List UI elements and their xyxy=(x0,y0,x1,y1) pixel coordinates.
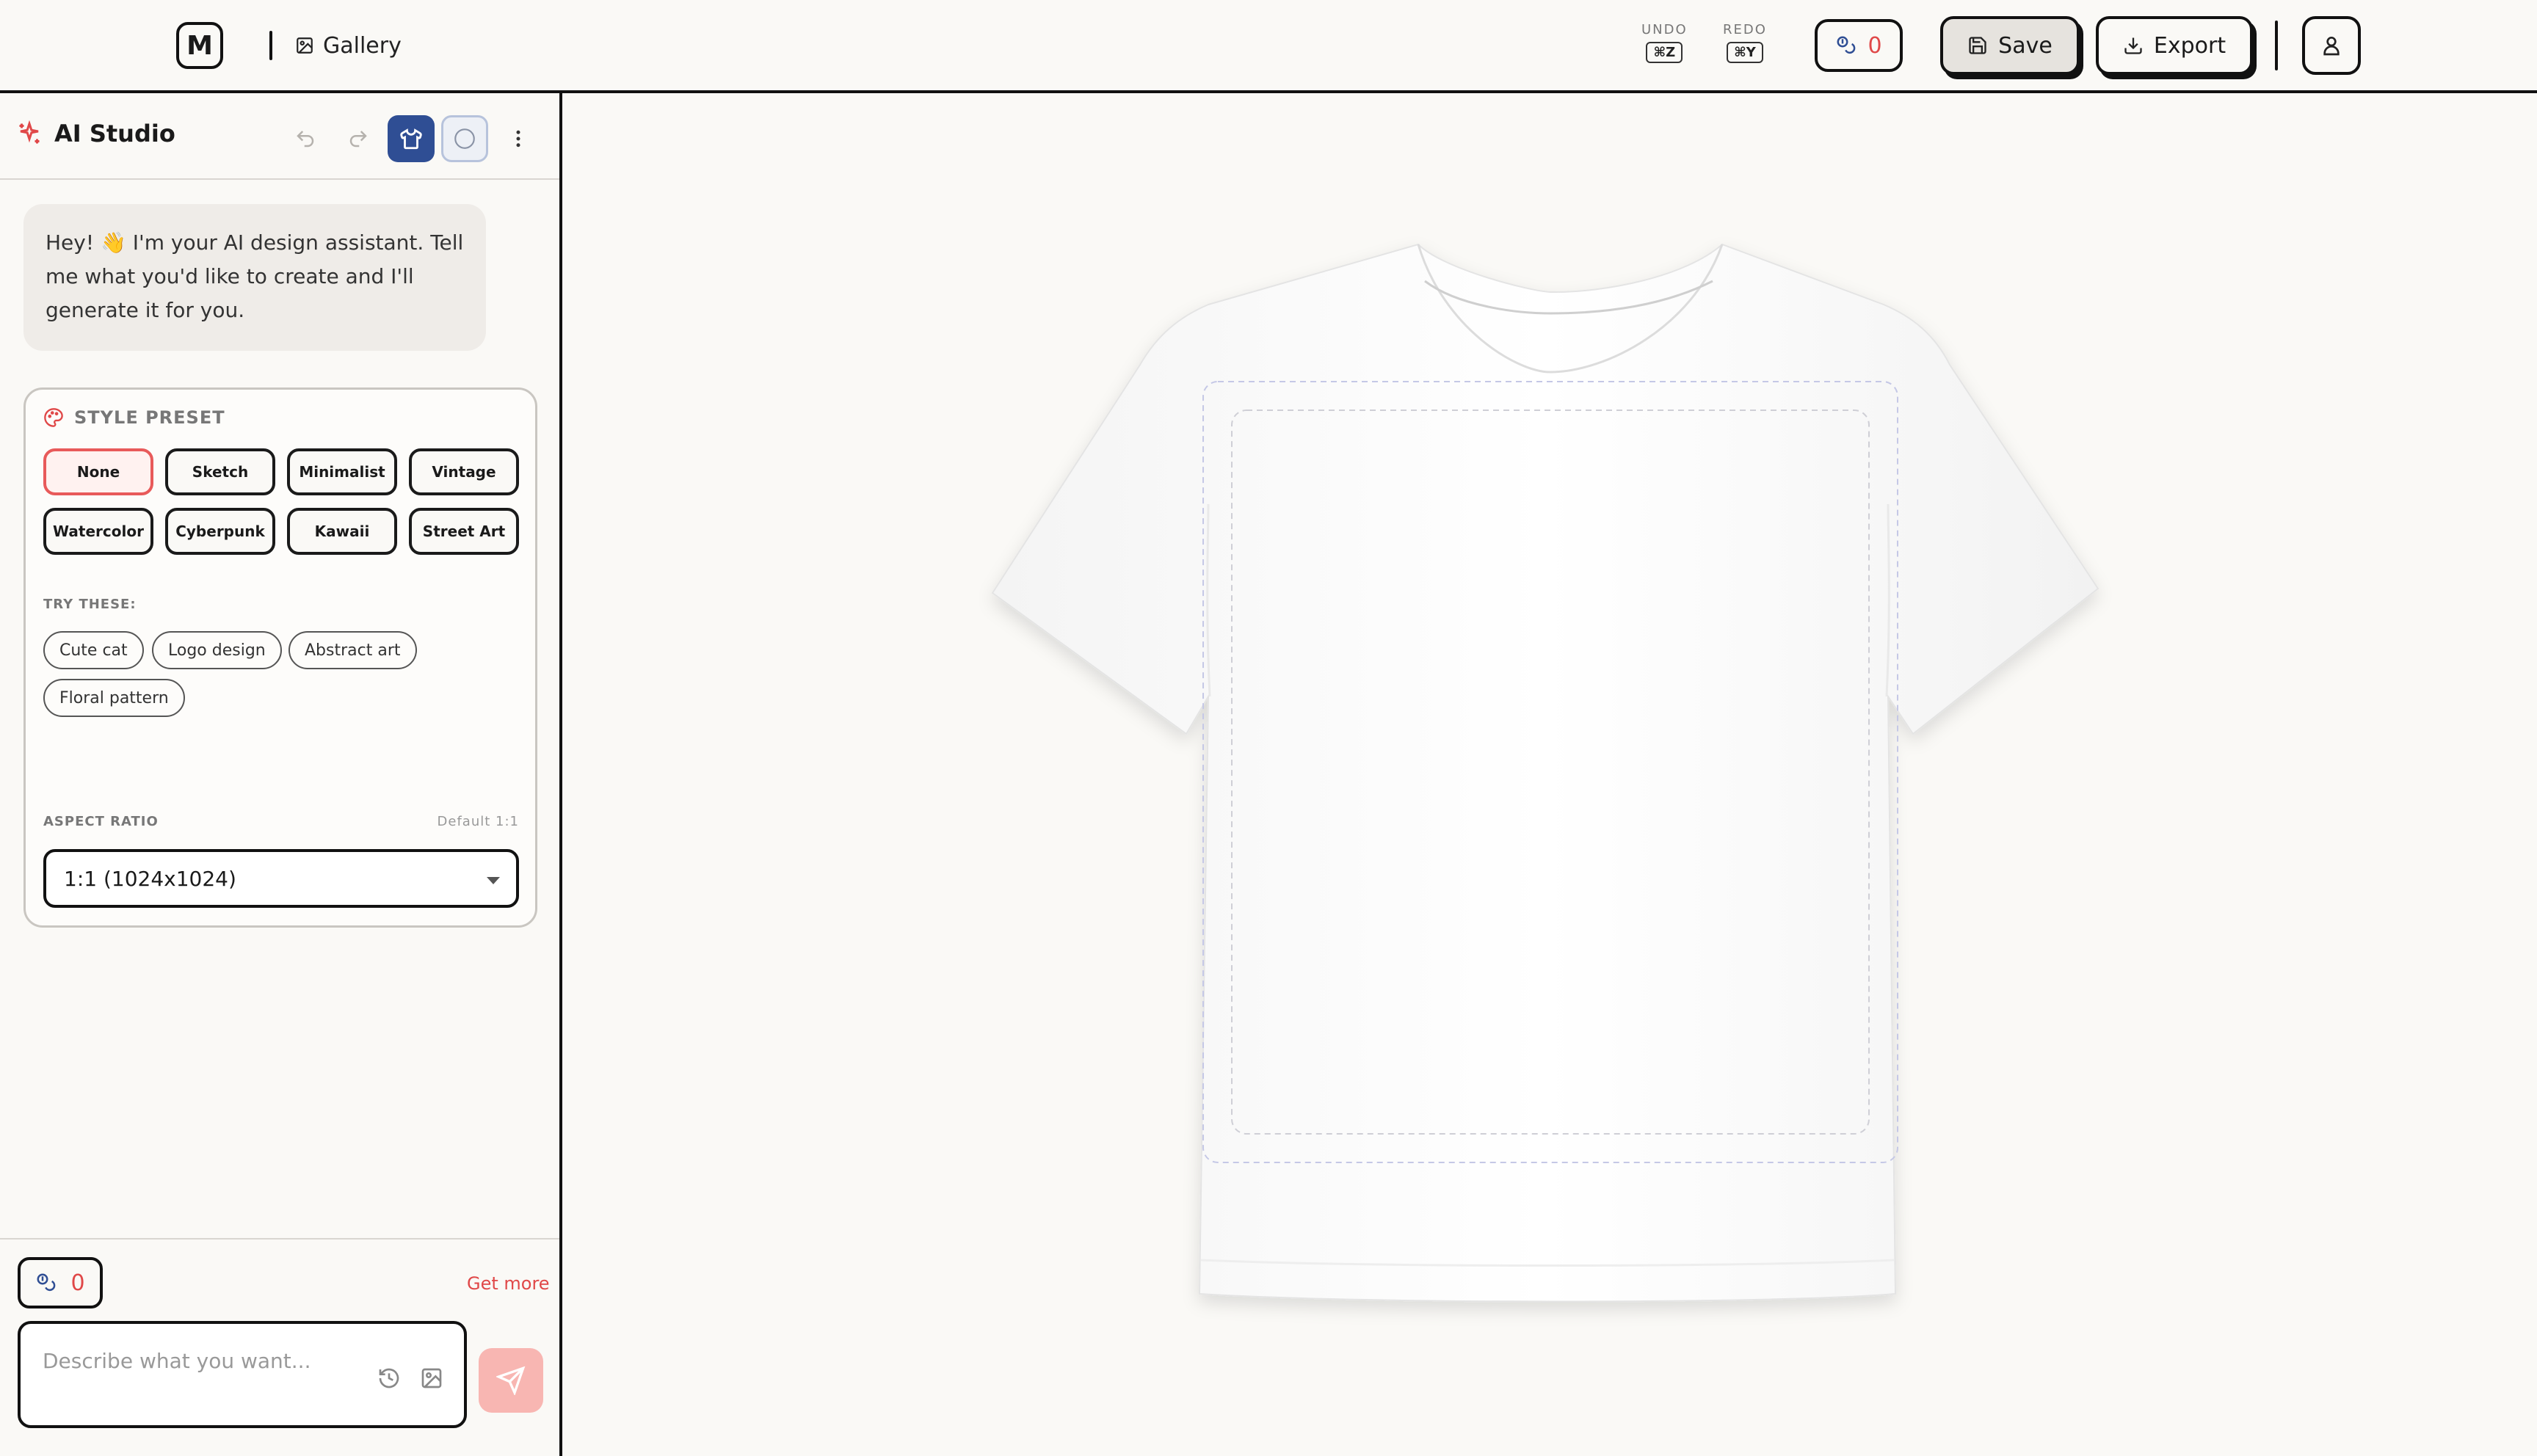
sidebar-credits-count: 0 xyxy=(70,1270,85,1296)
user-account-button[interactable] xyxy=(2302,16,2361,75)
assistant-message: Hey! 👋 I'm your AI design assistant. Tel… xyxy=(23,204,486,351)
export-label: Export xyxy=(2153,32,2226,59)
undo-shortcut[interactable]: UNDO ⌘Z xyxy=(1641,22,1688,63)
sidebar-header: AI Studio xyxy=(0,93,559,180)
redo-label: REDO xyxy=(1723,22,1767,37)
sidebar-credits-badge[interactable]: 0 xyxy=(18,1257,103,1308)
palette-icon xyxy=(44,408,63,427)
save-label: Save xyxy=(1998,32,2053,59)
download-icon xyxy=(2124,37,2142,54)
redo-key: ⌘Y xyxy=(1727,42,1763,63)
studio-title-text: AI Studio xyxy=(54,120,175,148)
gallery-link[interactable]: Gallery xyxy=(295,29,402,62)
preset-kawaii[interactable]: Kawaii xyxy=(287,508,397,555)
top-bar: M Gallery UNDO ⌘Z REDO ⌘Y 0 Save Export xyxy=(0,0,2537,93)
app-logo[interactable]: M xyxy=(176,22,223,69)
tshirt-mode-button[interactable] xyxy=(388,115,435,162)
undo-icon xyxy=(297,131,314,148)
suggestion-chip[interactable]: Floral pattern xyxy=(43,679,185,717)
preset-none[interactable]: None xyxy=(43,448,153,495)
floppy-disk-icon xyxy=(1969,37,1986,54)
suggestion-chip[interactable]: Abstract art xyxy=(288,631,417,669)
style-preset-card: STYLE PRESET None Sketch Minimalist Vint… xyxy=(23,387,537,928)
aspect-ratio-default: Default 1:1 xyxy=(437,814,519,829)
redo-shortcut[interactable]: REDO ⌘Y xyxy=(1723,22,1767,63)
tshirt-icon xyxy=(400,128,422,150)
try-these-label: TRY THESE: xyxy=(43,597,137,612)
circle-icon xyxy=(454,128,475,149)
undo-key: ⌘Z xyxy=(1646,42,1683,63)
redo-button[interactable] xyxy=(335,115,382,162)
undo-label: UNDO xyxy=(1641,22,1688,37)
gallery-label: Gallery xyxy=(323,32,402,59)
style-preset-header: STYLE PRESET xyxy=(43,407,225,428)
suggestion-chip[interactable]: Logo design xyxy=(152,631,282,669)
image-upload-icon[interactable] xyxy=(420,1366,443,1390)
more-vertical-icon xyxy=(516,130,520,148)
coins-icon xyxy=(37,1273,56,1292)
circle-mode-button[interactable] xyxy=(441,115,488,162)
image-icon xyxy=(297,37,313,54)
composer-divider xyxy=(0,1238,559,1240)
undo-button[interactable] xyxy=(282,115,329,162)
user-icon xyxy=(2323,37,2340,56)
sparkles-icon xyxy=(19,120,40,144)
header-divider xyxy=(269,31,272,60)
aspect-ratio-label: ASPECT RATIO xyxy=(43,814,159,829)
chevron-down-icon xyxy=(487,877,500,884)
send-icon xyxy=(496,1366,526,1395)
credits-count: 0 xyxy=(1868,32,1882,59)
credits-badge[interactable]: 0 xyxy=(1815,19,1903,72)
more-options-button[interactable] xyxy=(496,115,540,162)
tshirt-mockup xyxy=(991,243,2099,1303)
header-divider-right xyxy=(2275,21,2278,70)
history-icon[interactable] xyxy=(377,1366,401,1390)
coins-icon xyxy=(1837,36,1856,54)
export-button[interactable]: Export xyxy=(2096,16,2253,75)
send-button[interactable] xyxy=(479,1348,543,1413)
prompt-input[interactable] xyxy=(43,1346,366,1375)
redo-icon xyxy=(349,131,367,148)
preset-cyberpunk[interactable]: Cyberpunk xyxy=(165,508,275,555)
suggestion-chip[interactable]: Cute cat xyxy=(43,631,144,669)
preset-minimalist[interactable]: Minimalist xyxy=(287,448,397,495)
style-preset-label: STYLE PRESET xyxy=(74,407,225,428)
studio-title: AI Studio xyxy=(16,120,175,148)
save-button[interactable]: Save xyxy=(1940,16,2080,75)
aspect-ratio-value: 1:1 (1024x1024) xyxy=(64,866,236,891)
prompt-box xyxy=(18,1321,467,1428)
get-more-link[interactable]: Get more xyxy=(467,1273,550,1294)
aspect-ratio-select[interactable]: 1:1 (1024x1024) xyxy=(43,849,519,908)
preset-watercolor[interactable]: Watercolor xyxy=(43,508,153,555)
ai-studio-sidebar: AI Studio Hey! 👋 I'm your AI design assi… xyxy=(0,93,562,1456)
design-canvas[interactable] xyxy=(562,93,2537,1456)
preset-sketch[interactable]: Sketch xyxy=(165,448,275,495)
preset-vintage[interactable]: Vintage xyxy=(409,448,519,495)
preset-street-art[interactable]: Street Art xyxy=(409,508,519,555)
